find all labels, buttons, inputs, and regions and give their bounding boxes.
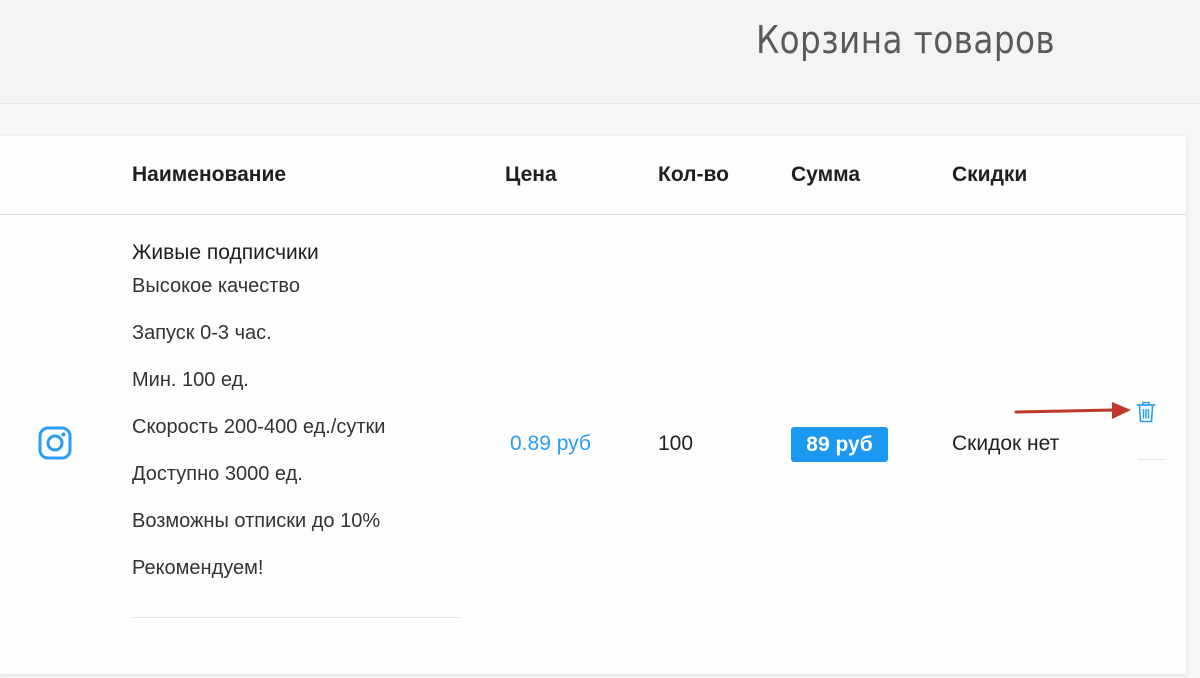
column-header-discounts: Скидки (952, 163, 1028, 186)
product-description: Живые подписчики Высокое качество Запуск… (132, 240, 462, 580)
product-feature: Скорость 200-400 ед./сутки (132, 416, 386, 438)
product-feature: Мин. 100 ед. (132, 369, 249, 391)
item-sum-badge: 89 руб (791, 427, 888, 462)
divider (132, 617, 460, 618)
item-quantity: 100 (658, 432, 694, 455)
divider (1138, 459, 1164, 460)
cart-table: Наименование Цена Кол-во Сумма Скидки Жи… (0, 136, 1186, 674)
product-name: Живые подписчики (132, 241, 319, 264)
annotation-arrow-icon (1014, 402, 1131, 419)
page-header: Корзина товаров (0, 0, 1200, 104)
column-header-price: Цена (505, 163, 557, 186)
product-feature: Возможны отписки до 10% (132, 510, 381, 532)
product-feature: Запуск 0-3 час. (132, 322, 272, 344)
table-header: Наименование Цена Кол-во Сумма Скидки (0, 136, 1186, 215)
column-header-quantity: Кол-во (658, 163, 729, 186)
product-feature: Рекомендуем! (132, 557, 264, 579)
instagram-icon (38, 426, 72, 460)
product-feature: Доступно 3000 ед. (132, 463, 303, 485)
column-header-name: Наименование (132, 163, 287, 186)
item-discount: Скидок нет (952, 432, 1060, 455)
product-feature: Высокое качество (132, 275, 300, 297)
trash-icon[interactable] (1136, 401, 1156, 423)
item-price: 0.89 руб (510, 432, 591, 455)
column-header-sum: Сумма (791, 163, 861, 186)
page-title: Корзина товаров (756, 18, 1056, 62)
